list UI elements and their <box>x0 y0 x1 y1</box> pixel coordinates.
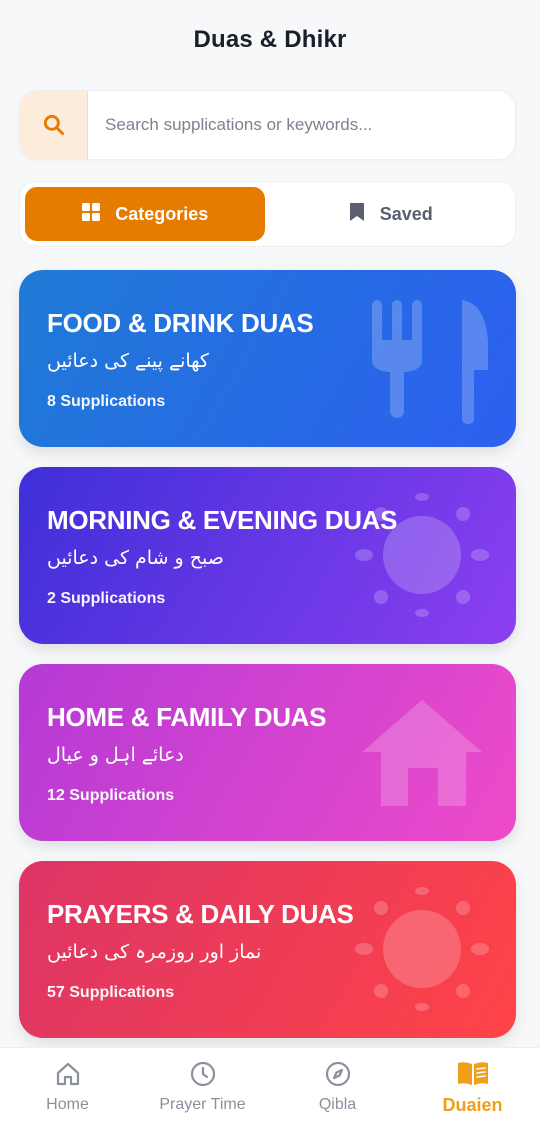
category-card-morning-evening[interactable]: MORNING & EVENING DUAS صبح و شام کی دعائ… <box>19 467 516 644</box>
book-icon <box>457 1061 488 1085</box>
app-header: Duas & Dhikr <box>0 0 540 80</box>
category-count: 8 Supplications <box>47 393 166 410</box>
search-input[interactable] <box>88 91 515 159</box>
nav-item-qibla[interactable]: Qibla <box>270 1060 405 1114</box>
nav-label-prayer-time: Prayer Time <box>159 1096 246 1113</box>
category-tabs: Categories Saved <box>19 181 516 247</box>
search-icon[interactable] <box>20 91 88 159</box>
category-urdu-title: صبح و شام کی دعائیں <box>47 547 224 569</box>
category-urdu-title: دعائے اہل و عیال <box>47 744 184 766</box>
clock-icon <box>190 1061 215 1087</box>
tab-saved-label: Saved <box>379 203 433 224</box>
compass-icon <box>325 1061 350 1087</box>
category-count: 57 Supplications <box>47 984 175 1001</box>
category-title: MORNING & EVENING DUAS <box>47 505 398 535</box>
category-card-prayers-daily[interactable]: PRAYERS & DAILY DUAS نماز اور روزمرہ کی … <box>19 861 516 1038</box>
nav-item-duaien[interactable]: Duaien <box>405 1059 540 1116</box>
tab-categories-label: Categories <box>115 203 209 224</box>
bottom-navigation: Home Prayer Time Qibla Duaien <box>0 1047 540 1126</box>
search-bar[interactable] <box>19 90 516 160</box>
sun-icon <box>355 493 489 617</box>
category-card-food-drink[interactable]: FOOD & DRINK DUAS کھانے پینے کی دعائیں 8… <box>19 270 516 447</box>
nav-label-duaien: Duaien <box>442 1094 503 1115</box>
category-count: 2 Supplications <box>47 590 166 607</box>
nav-label-home: Home <box>46 1096 89 1113</box>
category-title: FOOD & DRINK DUAS <box>47 308 314 338</box>
home-icon <box>56 1062 79 1086</box>
category-title: HOME & FAMILY DUAS <box>47 702 327 732</box>
tab-categories[interactable]: Categories <box>25 187 265 241</box>
nav-item-home[interactable]: Home <box>0 1060 135 1114</box>
bookmark-icon <box>348 202 366 227</box>
category-list: FOOD & DRINK DUAS کھانے پینے کی دعائیں 8… <box>19 270 516 1058</box>
utensils-icon <box>372 300 488 424</box>
category-count: 12 Supplications <box>47 787 175 804</box>
category-card-home-family[interactable]: HOME & FAMILY DUAS دعائے اہل و عیال 12 S… <box>19 664 516 841</box>
category-urdu-title: کھانے پینے کی دعائیں <box>47 350 209 372</box>
nav-item-prayer-time[interactable]: Prayer Time <box>135 1060 270 1114</box>
grid-icon <box>81 202 101 227</box>
nav-label-qibla: Qibla <box>318 1096 357 1113</box>
page-title: Duas & Dhikr <box>193 26 347 53</box>
house-icon <box>362 700 482 806</box>
tab-saved[interactable]: Saved <box>271 187 511 241</box>
category-urdu-title: نماز اور روزمرہ کی دعائیں <box>47 941 262 963</box>
category-title: PRAYERS & DAILY DUAS <box>47 899 354 929</box>
sun-icon <box>355 887 489 1011</box>
